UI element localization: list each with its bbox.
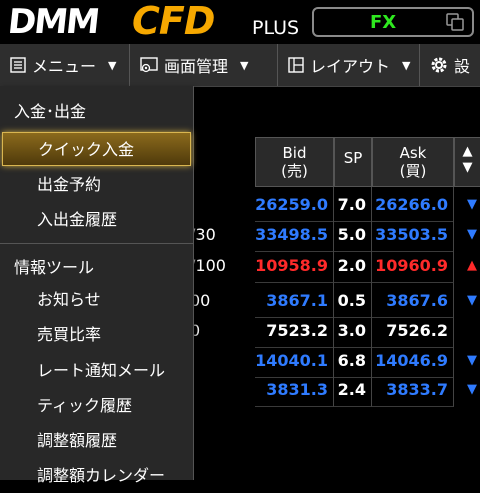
logo-cfd: CFD <box>132 0 215 43</box>
app-header: DMM CFD PLUS FX <box>0 0 480 44</box>
menu-item-deposit-history[interactable]: 入出金履歴 <box>0 203 193 237</box>
caret-down-icon: ▼ <box>108 58 117 72</box>
switch-windows-icon <box>446 13 464 31</box>
menu-item-quick-deposit[interactable]: クイック入金 <box>2 132 191 166</box>
layout-icon <box>288 57 304 73</box>
logo-plus: PLUS <box>252 17 300 39</box>
ask-header[interactable]: Ask (買) <box>372 137 454 187</box>
menu-item-trade-ratio[interactable]: 売買比率 <box>0 318 193 352</box>
screen-gear-icon <box>140 57 158 73</box>
menu-button[interactable]: メニュー ▼ <box>0 44 130 86</box>
ask-header-line1: Ask <box>399 144 427 162</box>
gear-icon <box>431 57 447 73</box>
spread-value[interactable]: 2.0 <box>334 248 372 283</box>
down-arrow-icon: ▼ <box>467 227 477 242</box>
menu-section-info-tools: 情報ツール <box>14 258 95 277</box>
menu-item-adjustment-history[interactable]: 調整額履歴 <box>0 424 193 458</box>
symbol-name: /100 <box>190 256 226 275</box>
layout-label: レイアウト <box>310 57 391 76</box>
bid-header-line1: Bid <box>282 144 307 162</box>
sp-header[interactable]: SP <box>334 137 372 187</box>
layout-button[interactable]: レイアウト ▼ <box>278 44 420 86</box>
mode-switch[interactable]: FX <box>312 7 474 37</box>
settings-button[interactable]: 設 <box>420 44 480 86</box>
screen-management-button[interactable]: 画面管理 ▼ <box>130 44 278 86</box>
spread-value[interactable]: 2.4 <box>334 372 372 407</box>
bid-price[interactable]: 33498.5 <box>255 217 334 252</box>
bid-price[interactable]: 3831.3 <box>255 372 334 407</box>
screen-management-label: 画面管理 <box>164 57 229 76</box>
ask-price[interactable]: 10960.9 <box>372 248 454 283</box>
ask-price[interactable]: 3833.7 <box>372 372 454 407</box>
settings-label: 設 <box>454 57 471 76</box>
main-menu-dropdown: 入金･出金 クイック入金 出金予約 入出金履歴 情報ツール お知らせ 売買比率 … <box>0 86 194 485</box>
menu-item-tick-history[interactable]: ティック履歴 <box>0 389 193 423</box>
down-arrow-icon: ▼ <box>467 382 477 397</box>
logo-dmm: DMM <box>5 2 100 42</box>
bid-price[interactable]: 10958.9 <box>255 248 334 283</box>
table-row[interactable]: /100 10958.9 2.0 10960.9 ▲ <box>190 248 480 283</box>
menu-item-withdrawal-reservation[interactable]: 出金予約 <box>0 168 193 202</box>
ask-price[interactable]: 33503.5 <box>372 217 454 252</box>
table-row[interactable]: /30 33498.5 5.0 33503.5 ▼ <box>190 217 480 252</box>
menu-section-deposit: 入金･出金 <box>14 102 87 121</box>
list-icon <box>10 57 26 73</box>
mode-label: FX <box>370 12 397 33</box>
caret-down-icon: ▼ <box>402 58 411 72</box>
up-arrow-icon: ▲ <box>467 258 477 273</box>
sp-header-label: SP <box>343 149 363 167</box>
menu-item-rate-alert-mail[interactable]: レート通知メール <box>0 354 193 388</box>
down-arrow-icon: ▼ <box>467 197 477 212</box>
down-arrow-icon: ▼ <box>467 353 477 368</box>
caret-down-icon: ▼ <box>240 58 249 72</box>
bid-header[interactable]: Bid (売) <box>255 137 334 187</box>
spread-value[interactable]: 5.0 <box>334 217 372 252</box>
sort-down-icon: ▼ <box>462 160 473 175</box>
down-arrow-icon: ▼ <box>467 293 477 308</box>
menu-item-notices[interactable]: お知らせ <box>0 283 193 317</box>
sort-header[interactable]: ▲ ▼ <box>454 137 480 187</box>
menubar: メニュー ▼ 画面管理 ▼ レイアウト ▼ 設 <box>0 44 480 87</box>
ask-header-line2: (買) <box>399 162 427 180</box>
bid-header-line2: (売) <box>281 162 308 180</box>
menu-item-adjustment-calendar[interactable]: 調整額カレンダー <box>0 459 193 493</box>
sort-up-icon: ▲ <box>462 144 473 159</box>
menu-button-label: メニュー <box>32 57 97 76</box>
menu-divider <box>0 243 193 244</box>
table-row[interactable]: 3831.3 2.4 3833.7 ▼ <box>190 372 480 407</box>
